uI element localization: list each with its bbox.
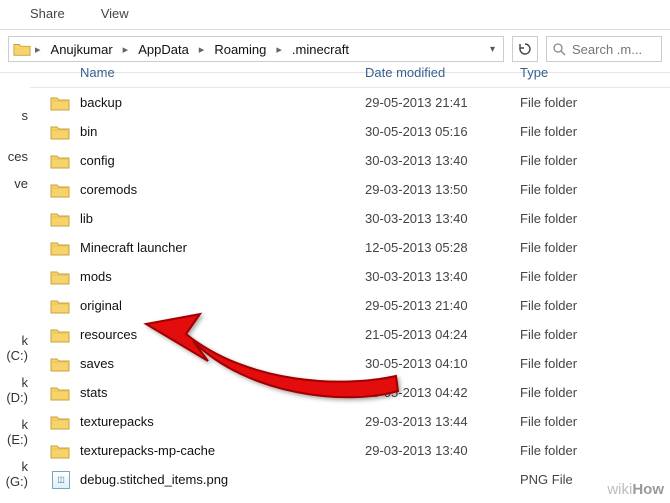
file-type: File folder xyxy=(520,443,670,458)
folder-icon xyxy=(30,240,80,256)
file-row[interactable]: saves30-05-2013 04:10File folder xyxy=(30,349,670,378)
file-type: File folder xyxy=(520,124,670,139)
file-date: 29-03-2013 13:44 xyxy=(365,414,520,429)
folder-icon xyxy=(30,298,80,314)
nav-item-fragment[interactable]: ces xyxy=(0,143,30,170)
column-headers: Name Date modified Type xyxy=(30,58,670,88)
file-row[interactable]: mods30-03-2013 13:40File folder xyxy=(30,262,670,291)
file-row[interactable]: config30-03-2013 13:40File folder xyxy=(30,146,670,175)
file-date: 12-05-2013 05:28 xyxy=(365,240,520,255)
image-file-icon: ◫ xyxy=(30,471,80,489)
chevron-right-icon[interactable]: ▸ xyxy=(33,43,43,56)
file-name: coremods xyxy=(80,182,365,197)
folder-icon xyxy=(30,443,80,459)
file-type: File folder xyxy=(520,298,670,313)
file-name: backup xyxy=(80,95,365,110)
file-date: 30-05-2013 05:16 xyxy=(365,124,520,139)
chevron-right-icon[interactable]: ▸ xyxy=(274,43,284,56)
nav-drive-item[interactable]: k (E:) xyxy=(0,411,30,453)
file-type: File folder xyxy=(520,211,670,226)
chevron-right-icon[interactable]: ▸ xyxy=(197,43,207,56)
file-date: 29-03-2013 13:40 xyxy=(365,443,520,458)
refresh-icon xyxy=(518,42,532,56)
file-date: 30-05-2013 04:10 xyxy=(365,356,520,371)
watermark: wikiHow xyxy=(607,481,664,499)
nav-drive-item[interactable]: k (G:) xyxy=(0,453,30,495)
file-row[interactable]: resources21-05-2013 04:24File folder xyxy=(30,320,670,349)
file-name: texturepacks-mp-cache xyxy=(80,443,365,458)
nav-item-fragment[interactable]: s xyxy=(0,102,30,129)
folder-icon xyxy=(30,153,80,169)
file-row[interactable]: lib30-03-2013 13:40File folder xyxy=(30,204,670,233)
file-row[interactable]: stats30-05-2013 04:42File folder xyxy=(30,378,670,407)
file-type: File folder xyxy=(520,240,670,255)
search-input[interactable] xyxy=(572,42,652,57)
ribbon-tab-view[interactable]: View xyxy=(101,6,129,21)
file-date: 30-03-2013 13:40 xyxy=(365,211,520,226)
file-date: 21-05-2013 04:24 xyxy=(365,327,520,342)
file-date: 29-05-2013 21:40 xyxy=(365,298,520,313)
folder-icon xyxy=(30,414,80,430)
column-header-type[interactable]: Type xyxy=(520,65,670,80)
file-name: debug.stitched_items.png xyxy=(80,472,365,487)
file-name: lib xyxy=(80,211,365,226)
file-type: File folder xyxy=(520,95,670,110)
file-date: 29-05-2013 21:41 xyxy=(365,95,520,110)
folder-icon xyxy=(30,327,80,343)
file-date: 30-05-2013 04:42 xyxy=(365,385,520,400)
file-name: stats xyxy=(80,385,365,400)
file-row[interactable]: bin30-05-2013 05:16File folder xyxy=(30,117,670,146)
folder-icon xyxy=(30,356,80,372)
chevron-right-icon[interactable]: ▸ xyxy=(121,43,131,56)
file-row[interactable]: original29-05-2013 21:40File folder xyxy=(30,291,670,320)
file-date: 30-03-2013 13:40 xyxy=(365,153,520,168)
folder-icon xyxy=(30,124,80,140)
file-type: File folder xyxy=(520,182,670,197)
nav-drive-item[interactable]: k (C:) xyxy=(0,327,30,369)
column-header-name[interactable]: Name xyxy=(30,65,365,80)
file-row[interactable]: coremods29-03-2013 13:50File folder xyxy=(30,175,670,204)
chevron-down-icon[interactable]: ▾ xyxy=(486,44,499,55)
file-name: Minecraft launcher xyxy=(80,240,365,255)
file-type: File folder xyxy=(520,356,670,371)
file-name: texturepacks xyxy=(80,414,365,429)
file-name: resources xyxy=(80,327,365,342)
folder-icon xyxy=(30,385,80,401)
ribbon-tab-share[interactable]: Share xyxy=(30,6,65,21)
folder-icon xyxy=(30,211,80,227)
file-name: bin xyxy=(80,124,365,139)
folder-icon xyxy=(13,40,31,58)
file-name: original xyxy=(80,298,365,313)
nav-panel-fragment: s ces ve k (C:) k (D:) k (E:) k (G:) xyxy=(0,68,30,498)
folder-icon xyxy=(30,95,80,111)
file-date: 29-03-2013 13:50 xyxy=(365,182,520,197)
file-type: File folder xyxy=(520,269,670,284)
file-row[interactable]: texturepacks29-03-2013 13:44File folder xyxy=(30,407,670,436)
file-name: mods xyxy=(80,269,365,284)
file-row[interactable]: Minecraft launcher12-05-2013 05:28File f… xyxy=(30,233,670,262)
file-type: File folder xyxy=(520,385,670,400)
file-date: 30-03-2013 13:40 xyxy=(365,269,520,284)
search-icon xyxy=(553,43,566,56)
file-name: saves xyxy=(80,356,365,371)
file-row[interactable]: texturepacks-mp-cache29-03-2013 13:40Fil… xyxy=(30,436,670,465)
nav-item-fragment[interactable]: ve xyxy=(0,170,30,197)
column-header-date[interactable]: Date modified xyxy=(365,65,520,80)
nav-drive-item[interactable]: k (D:) xyxy=(0,369,30,411)
file-row[interactable]: ◫debug.stitched_items.pngPNG File xyxy=(30,465,670,494)
folder-icon xyxy=(30,182,80,198)
file-row[interactable]: backup29-05-2013 21:41File folder xyxy=(30,88,670,117)
file-type: File folder xyxy=(520,327,670,342)
file-type: File folder xyxy=(520,153,670,168)
folder-icon xyxy=(30,269,80,285)
file-type: File folder xyxy=(520,414,670,429)
file-name: config xyxy=(80,153,365,168)
